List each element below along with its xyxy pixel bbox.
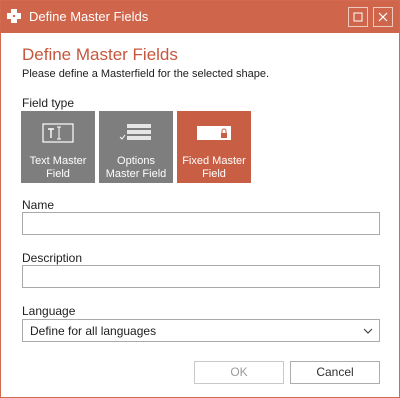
cancel-button[interactable]: Cancel xyxy=(290,361,380,384)
ok-button[interactable]: OK xyxy=(194,361,284,384)
dialog-window: Define Master Fields Define Master Field… xyxy=(0,0,400,398)
close-button[interactable] xyxy=(373,7,393,27)
maximize-button[interactable] xyxy=(348,7,368,27)
dialog-subtitle: Please define a Masterfield for the sele… xyxy=(22,68,270,80)
tile-fixed-master-field-label: Fixed Master Field xyxy=(182,155,246,180)
title-bar[interactable]: Define Master Fields xyxy=(1,1,399,33)
language-select[interactable]: Define for all languages xyxy=(22,319,380,342)
tile-text-master-field[interactable]: Text Master Field xyxy=(21,111,95,183)
dialog-heading: Define Master Fields xyxy=(22,45,178,64)
locked-field-icon xyxy=(197,126,231,140)
tile-options-master-field[interactable]: Options Master Field xyxy=(99,111,173,183)
options-list-icon xyxy=(119,124,151,140)
maximize-icon xyxy=(353,12,363,22)
app-logo-icon xyxy=(7,9,21,23)
description-input[interactable] xyxy=(22,265,380,288)
tile-text-master-field-label: Text Master Field xyxy=(29,155,87,180)
tile-options-master-field-label: Options Master Field xyxy=(105,155,167,180)
text-field-icon xyxy=(42,123,74,143)
chevron-down-icon xyxy=(363,328,373,334)
name-input[interactable] xyxy=(22,212,380,235)
tile-fixed-master-field[interactable]: Fixed Master Field xyxy=(177,111,251,183)
description-label: Description xyxy=(22,251,83,265)
field-type-label: Field type xyxy=(22,96,75,110)
language-label: Language xyxy=(22,304,76,318)
language-select-value: Define for all languages xyxy=(30,324,157,338)
window-title: Define Master Fields xyxy=(29,9,149,24)
close-icon xyxy=(378,12,388,22)
name-label: Name xyxy=(22,198,55,212)
